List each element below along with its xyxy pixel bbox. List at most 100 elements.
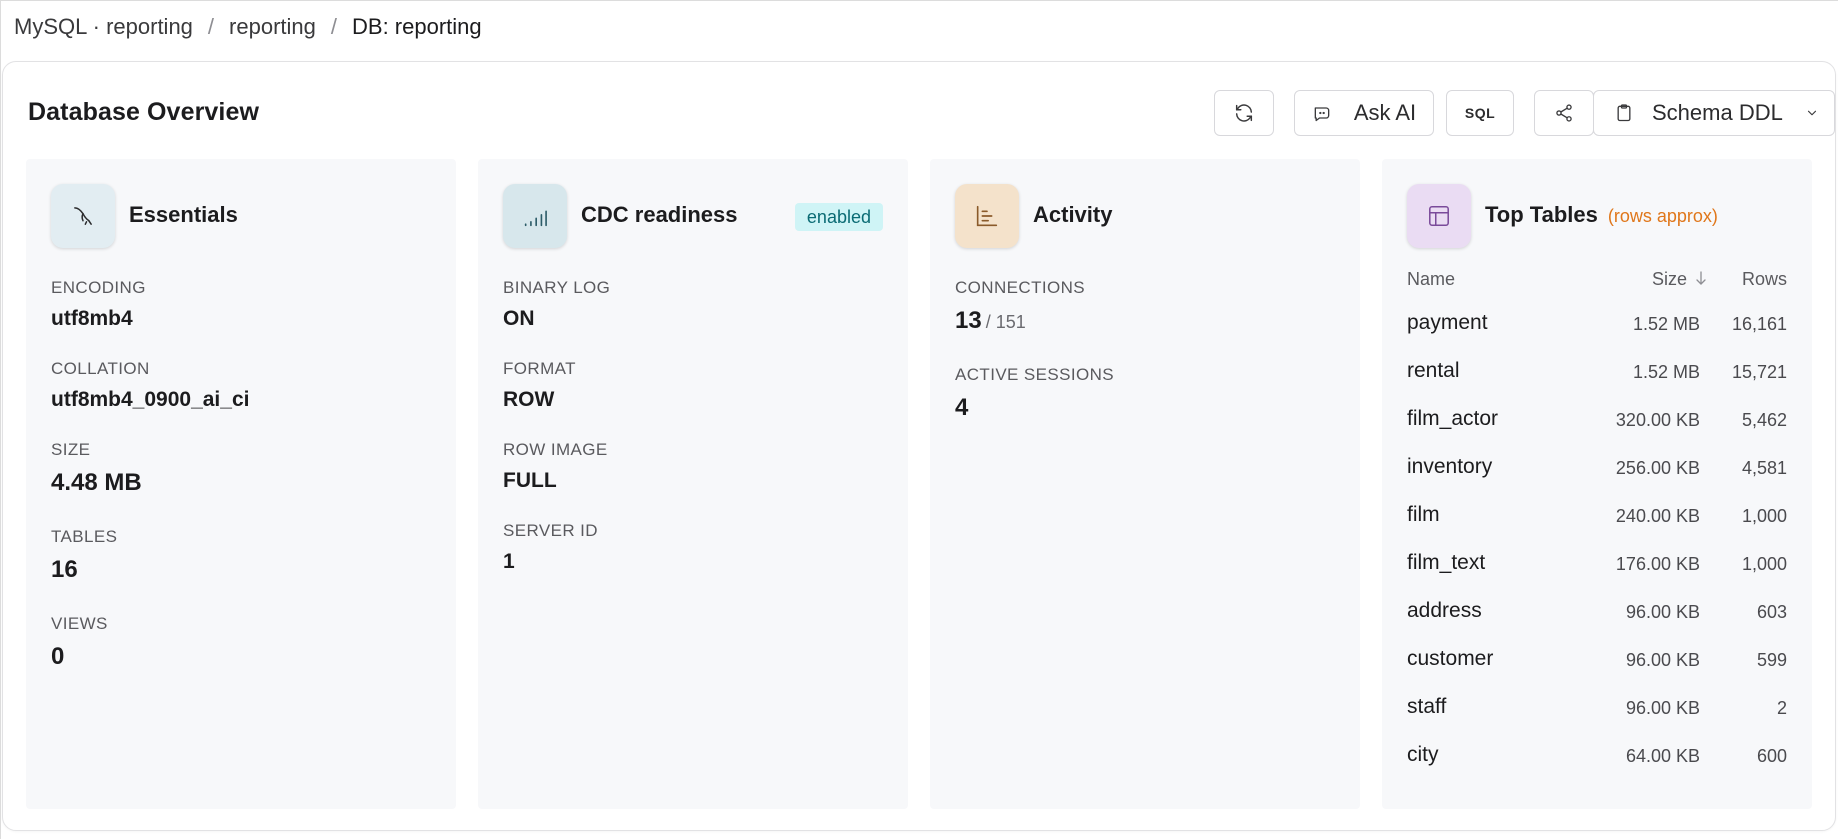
ask-ai-label: Ask AI xyxy=(1353,100,1417,125)
bar-chart-icon xyxy=(955,184,1019,248)
table-rows-cell: 603 xyxy=(1756,602,1787,622)
top-tables-table: Name Size Rows payment 1.52 MB 16,161 renta… xyxy=(1407,269,1787,779)
collation-field: COLLATION utf8mb4_0900_ai_ci xyxy=(51,359,431,412)
table-row[interactable]: city 64.00 KB 600 xyxy=(1407,731,1787,779)
format-field: FORMAT ROW xyxy=(503,359,883,412)
field-label: BINARY LOG xyxy=(503,278,611,297)
field-label: VIEWS xyxy=(51,614,108,633)
chat-bot-icon xyxy=(1312,103,1332,123)
refresh-button[interactable] xyxy=(1214,90,1274,136)
table-size-cell: 96.00 KB xyxy=(1625,698,1700,718)
field-value: 16 xyxy=(51,556,78,583)
field-label: SERVER ID xyxy=(503,521,598,540)
share-button[interactable] xyxy=(1534,90,1594,136)
field-value: utf8mb4_0900_ai_ci xyxy=(51,388,250,411)
table-rows-cell: 2 xyxy=(1776,698,1787,718)
cdc-title: CDC readiness xyxy=(581,202,738,227)
schema-ddl-dropdown[interactable]: Schema DDL xyxy=(1593,90,1835,136)
table-size-cell: 1.52 MB xyxy=(1632,314,1700,334)
table-row[interactable]: payment 1.52 MB 16,161 xyxy=(1407,299,1787,347)
table-name-cell: address xyxy=(1407,599,1482,622)
field-value: ROW xyxy=(503,388,555,411)
clipboard-icon xyxy=(1614,103,1634,123)
field-value: FULL xyxy=(503,469,557,492)
rows-approx-note: (rows approx) xyxy=(1607,206,1718,226)
sql-button[interactable]: SQL xyxy=(1446,90,1514,136)
activity-panel: Activity CONNECTIONS 13/ 151 ACTIVE SESS… xyxy=(930,159,1360,809)
cdc-header: CDC readiness enabled xyxy=(503,184,883,250)
table-size-cell: 176.00 KB xyxy=(1615,554,1700,574)
field-value: ON xyxy=(503,307,535,330)
field-label: COLLATION xyxy=(51,359,150,378)
essentials-panel: Essentials ENCODING utf8mb4 COLLATION ut… xyxy=(26,159,456,809)
table-rows-cell: 1,000 xyxy=(1741,506,1787,526)
table-name-cell: customer xyxy=(1407,647,1494,670)
table-rows-cell: 16,161 xyxy=(1731,314,1787,334)
breadcrumb-current: DB: reporting xyxy=(352,14,482,39)
signal-bars-icon xyxy=(503,184,567,248)
essentials-title: Essentials xyxy=(129,202,238,227)
field-label: SIZE xyxy=(51,440,91,459)
field-value: utf8mb4 xyxy=(51,307,133,330)
table-body: payment 1.52 MB 16,161 rental 1.52 MB 15,721 f… xyxy=(1407,299,1787,779)
arrow-down-icon xyxy=(1695,269,1707,290)
connections-max: / 151 xyxy=(985,312,1026,332)
field-label: ROW IMAGE xyxy=(503,440,608,459)
server-id-field: SERVER ID 1 xyxy=(503,521,883,574)
field-label: FORMAT xyxy=(503,359,576,378)
table-size-cell: 1.52 MB xyxy=(1632,362,1700,382)
table-name-cell: rental xyxy=(1407,359,1460,382)
field-value: 0 xyxy=(51,643,65,670)
field-label: CONNECTIONS xyxy=(955,278,1086,297)
tables-field: TABLES 16 xyxy=(51,527,431,584)
table-row[interactable]: staff 96.00 KB 2 xyxy=(1407,683,1787,731)
table-rows-cell: 600 xyxy=(1756,746,1787,766)
connections-value: 13/ 151 xyxy=(955,307,1335,335)
activity-header: Activity xyxy=(955,184,1335,250)
table-row[interactable]: address 96.00 KB 603 xyxy=(1407,587,1787,635)
table-icon xyxy=(1407,184,1471,248)
table-size-cell: 320.00 KB xyxy=(1615,410,1700,430)
table-name-cell: staff xyxy=(1407,695,1447,718)
refresh-icon xyxy=(1233,102,1255,124)
top-tables-header: Top Tables (rows approx) xyxy=(1407,184,1787,250)
breadcrumb: MySQL · reporting / reporting / DB: repo… xyxy=(14,14,482,40)
column-rows-header[interactable]: Rows xyxy=(1742,269,1787,290)
views-field: VIEWS 0 xyxy=(51,614,431,671)
ask-ai-button[interactable]: Ask AI xyxy=(1294,90,1434,136)
table-row[interactable]: inventory 256.00 KB 4,581 xyxy=(1407,443,1787,491)
page-title: Database Overview xyxy=(28,98,259,126)
breadcrumb-separator: / xyxy=(207,14,215,39)
table-rows-cell: 15,721 xyxy=(1731,362,1787,382)
schema-ddl-label: Schema DDL xyxy=(1652,100,1783,125)
table-row[interactable]: film_text 176.00 KB 1,000 xyxy=(1407,539,1787,587)
table-name-cell: city xyxy=(1407,743,1439,766)
essentials-header: Essentials xyxy=(51,184,431,250)
cdc-readiness-panel: CDC readiness enabled BINARY LOG ON FORM… xyxy=(478,159,908,809)
column-name-header[interactable]: Name xyxy=(1407,269,1455,290)
table-row[interactable]: rental 1.52 MB 15,721 xyxy=(1407,347,1787,395)
table-row[interactable]: customer 96.00 KB 599 xyxy=(1407,635,1787,683)
share-icon xyxy=(1554,103,1574,123)
field-label: ENCODING xyxy=(51,278,146,297)
breadcrumb-schema[interactable]: reporting xyxy=(229,14,316,40)
table-size-cell: 64.00 KB xyxy=(1625,746,1700,766)
table-rows-cell: 599 xyxy=(1756,650,1787,670)
top-tables-panel: Top Tables (rows approx) Name Size Rows p… xyxy=(1382,159,1812,809)
table-name-cell: payment xyxy=(1407,311,1488,334)
table-size-cell: 240.00 KB xyxy=(1615,506,1700,526)
table-name-cell: film_actor xyxy=(1407,407,1499,430)
table-row[interactable]: film 240.00 KB 1,000 xyxy=(1407,491,1787,539)
table-rows-cell: 5,462 xyxy=(1741,410,1787,430)
table-rows-cell: 4,581 xyxy=(1741,458,1787,478)
column-size-header[interactable]: Size xyxy=(1652,269,1707,290)
table-rows-cell: 1,000 xyxy=(1741,554,1787,574)
encoding-field: ENCODING utf8mb4 xyxy=(51,278,431,331)
table-row[interactable]: film_actor 320.00 KB 5,462 xyxy=(1407,395,1787,443)
row-image-field: ROW IMAGE FULL xyxy=(503,440,883,493)
breadcrumb-connection[interactable]: MySQL · reporting xyxy=(14,14,193,40)
table-size-cell: 256.00 KB xyxy=(1615,458,1700,478)
chevron-down-icon xyxy=(1805,106,1819,120)
sql-label: SQL xyxy=(1464,105,1496,121)
field-value: 4.48 MB xyxy=(51,469,142,496)
